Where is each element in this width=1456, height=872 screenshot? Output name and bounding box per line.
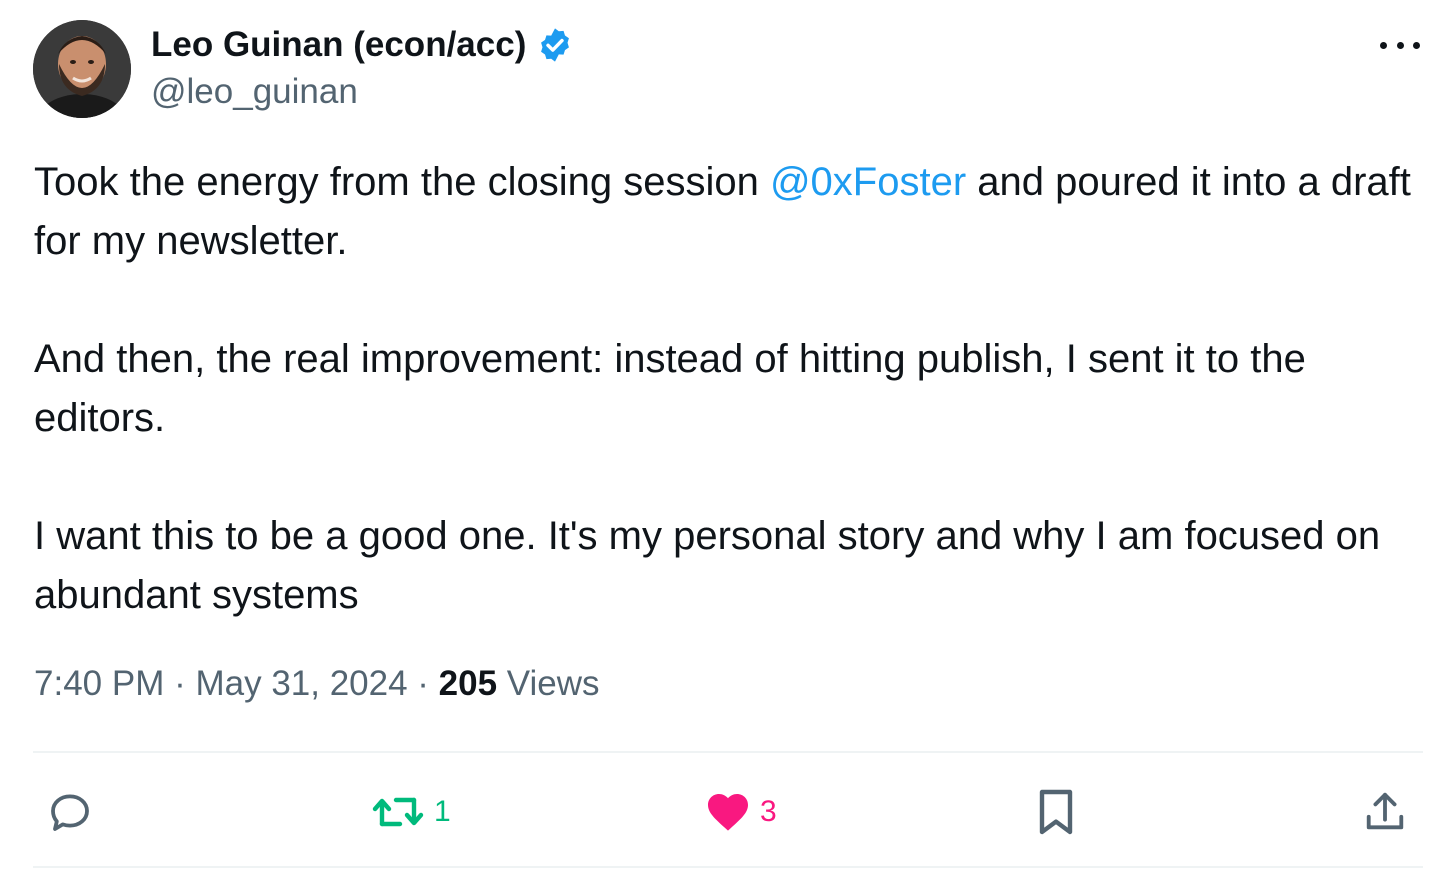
author-handle[interactable]: @leo_guinan [151, 72, 358, 112]
views-label[interactable]: Views [497, 664, 600, 703]
heart-icon [708, 794, 748, 831]
divider [33, 866, 1423, 868]
verified-badge-icon [536, 26, 574, 64]
views-count[interactable]: 205 [439, 664, 497, 703]
author-name-row[interactable]: Leo Guinan (econ/acc) [151, 22, 574, 68]
more-options-icon[interactable] [1380, 30, 1420, 60]
retweet-button[interactable]: 1 [370, 770, 451, 854]
action-bar: 1 3 [0, 770, 1456, 854]
avatar[interactable] [33, 20, 131, 118]
tweet-paragraph: I want this to be a good one. It's my pe… [34, 514, 1381, 617]
display-name[interactable]: Leo Guinan (econ/acc) [151, 25, 526, 65]
like-count: 3 [760, 795, 777, 828]
reply-button[interactable] [46, 770, 94, 854]
tweet-paragraph: And then, the real improvement: instead … [34, 337, 1306, 440]
tweet-time[interactable]: 7:40 PM [34, 664, 164, 703]
retweet-count: 1 [434, 795, 451, 828]
retweet-icon [372, 797, 424, 827]
reply-icon [51, 794, 89, 831]
share-icon [1366, 792, 1404, 830]
tweet-text: Took the energy from the closing session… [34, 153, 1434, 625]
divider [33, 751, 1423, 753]
tweet-text-segment: Took the energy from the closing session [34, 160, 770, 204]
tweet-paragraph: Took the energy from the closing session… [34, 153, 1434, 271]
like-button[interactable]: 3 [704, 770, 777, 854]
meta-separator: · [164, 664, 196, 703]
meta-separator: · [407, 664, 439, 703]
bookmark-button[interactable] [1034, 770, 1078, 854]
mention-link[interactable]: @0xFoster [770, 160, 966, 204]
tweet-date[interactable]: May 31, 2024 [195, 664, 407, 703]
tweet-meta: 7:40 PM · May 31, 2024 · 205 Views [34, 664, 600, 704]
share-button[interactable] [1362, 770, 1408, 854]
bookmark-icon [1039, 789, 1073, 835]
tweet-card: Leo Guinan (econ/acc) @leo_guinan Took t… [0, 0, 1456, 872]
